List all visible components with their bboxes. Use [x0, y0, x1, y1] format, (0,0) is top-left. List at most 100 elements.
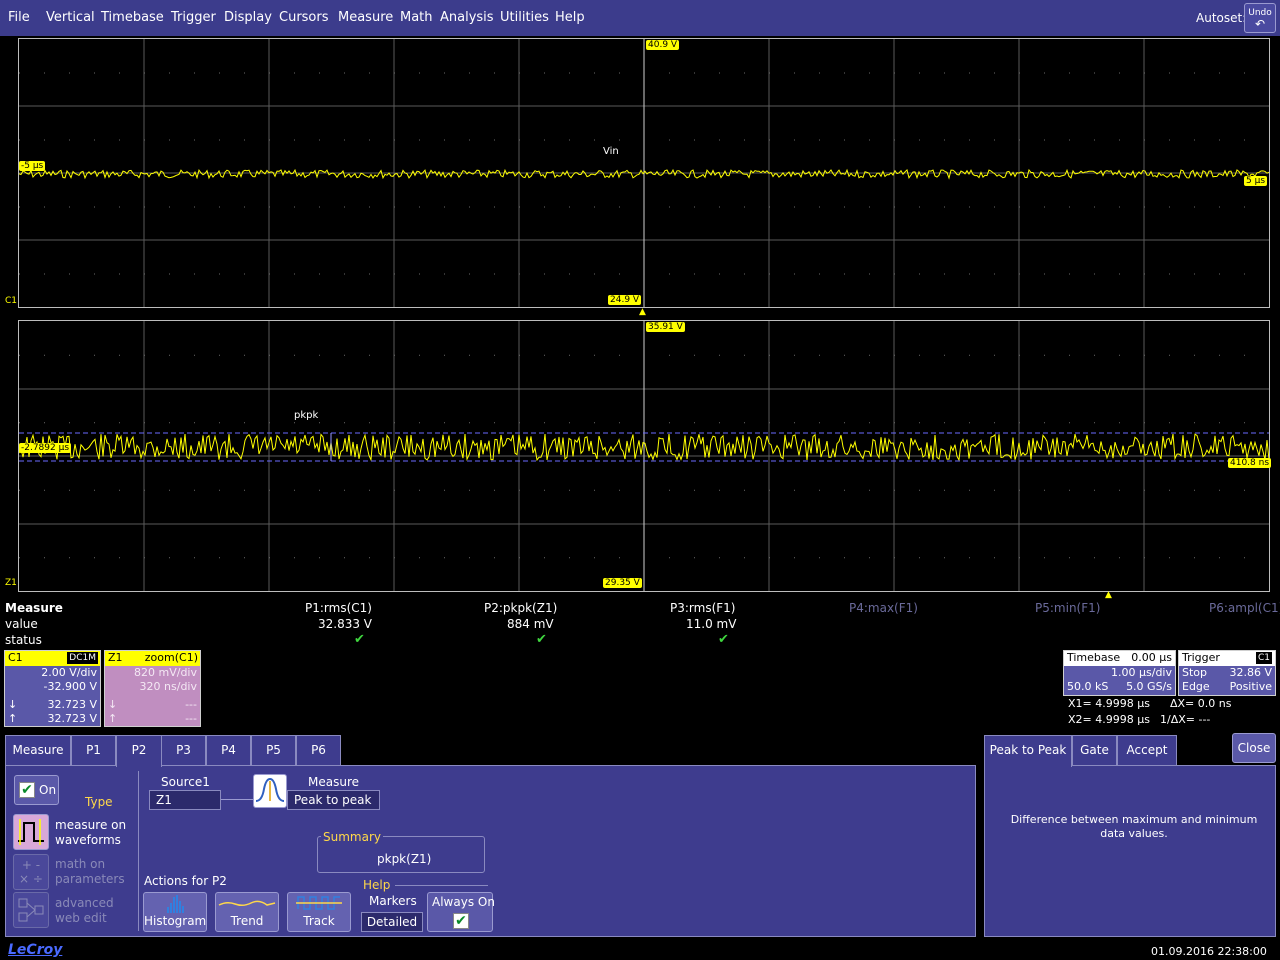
grid-dot: [844, 72, 845, 74]
grid-dot: [894, 273, 895, 275]
grid-dot: [794, 557, 795, 559]
grid-dot: [619, 206, 620, 208]
grid-dot: [844, 206, 845, 208]
trigger-marker-icon: ▲: [639, 307, 646, 317]
grid-dot: [469, 273, 470, 275]
grid-dot: [269, 206, 270, 208]
grid-dot: [469, 557, 470, 559]
grid-dot: [319, 489, 320, 491]
z1-cur1: ---: [185, 698, 197, 711]
menu-display[interactable]: Display: [224, 0, 272, 36]
grid-dot: [919, 489, 920, 491]
menu-cursors[interactable]: Cursors: [279, 0, 329, 36]
grid-dot: [919, 273, 920, 275]
grid-dot: [794, 354, 795, 356]
measure-row-value: value: [5, 617, 38, 631]
grid-dot: [169, 557, 170, 559]
on-toggle[interactable]: ✔ On: [14, 775, 59, 805]
grid-dot: [244, 422, 245, 424]
trigger-channel: C1: [1255, 652, 1272, 664]
grid-dot: [169, 273, 170, 275]
param-p4-name[interactable]: P4:max(F1): [849, 601, 918, 615]
trend-button[interactable]: Trend: [215, 892, 279, 932]
tab-accept[interactable]: Accept: [1117, 735, 1177, 765]
c1-cur2: 32.723 V: [47, 712, 97, 725]
tab-p6[interactable]: P6: [296, 735, 341, 765]
advanced-web-edit-icon[interactable]: [13, 892, 49, 928]
grid-dot: [1194, 489, 1195, 491]
grid-dot: [219, 273, 220, 275]
type-measure-waveforms[interactable]: measure on waveforms: [55, 818, 135, 848]
zoom-z1-box[interactable]: Z1 zoom(C1) 820 mV/div 320 ns/div ↓ --- ↑…: [104, 650, 201, 727]
grid-dot: [244, 206, 245, 208]
tab-p1[interactable]: P1: [71, 735, 116, 765]
menu-trigger[interactable]: Trigger: [171, 0, 216, 36]
menu-timebase[interactable]: Timebase: [101, 0, 164, 36]
grid-dot: [194, 273, 195, 275]
type-math-parameters[interactable]: math on parameters: [55, 857, 135, 887]
menu-measure[interactable]: Measure: [338, 0, 393, 36]
grid-dot: [469, 139, 470, 141]
grid-dot: [494, 354, 495, 356]
source1-field[interactable]: Z1: [149, 790, 221, 810]
param-p3-name[interactable]: P3:rms(F1): [670, 601, 735, 615]
grid-dot: [494, 206, 495, 208]
grid-dot: [1219, 206, 1220, 208]
trigger-slope: Positive: [1229, 680, 1272, 693]
c1-offset: -32.900 V: [43, 680, 97, 693]
menu-analysis[interactable]: Analysis: [440, 0, 494, 36]
param-p1-name[interactable]: P1:rms(C1): [305, 601, 372, 615]
param-p2-name[interactable]: P2:pkpk(Z1): [484, 601, 557, 615]
tab-gate[interactable]: Gate: [1072, 735, 1117, 765]
grid-dot: [1194, 139, 1195, 141]
lecroy-logo[interactable]: LeCroy: [8, 942, 62, 958]
channel-c1-box[interactable]: C1 DC1M 2.00 V/div -32.900 V ↓ 32.723 V ↑…: [4, 650, 101, 727]
grid-dot: [44, 422, 45, 424]
trace-label-vin: Vin: [603, 146, 619, 157]
c1-coupling: DC1M: [67, 652, 98, 664]
grid-dot: [194, 422, 195, 424]
menu-file[interactable]: File: [8, 0, 30, 36]
grid-dot: [869, 72, 870, 74]
timebase-box[interactable]: Timebase 0.00 µs 1.00 µs/div 50.0 kS 5.0 …: [1063, 650, 1176, 696]
grid-dot: [219, 557, 220, 559]
grid-dot: [194, 72, 195, 74]
undo-button[interactable]: Undo ↶: [1244, 3, 1276, 33]
grid-dot: [769, 139, 770, 141]
menu-math[interactable]: Math: [400, 0, 433, 36]
menu-help[interactable]: Help: [555, 0, 585, 36]
trigger-type: Edge: [1182, 680, 1210, 693]
grid-dot: [444, 206, 445, 208]
tab-p5[interactable]: P5: [251, 735, 296, 765]
grid-dot: [344, 489, 345, 491]
grid-dot: [419, 206, 420, 208]
menu-utilities[interactable]: Utilities: [500, 0, 549, 36]
math-on-parameters-icon[interactable]: + - × ÷: [13, 854, 49, 890]
grid-dot: [744, 354, 745, 356]
close-button[interactable]: Close: [1232, 733, 1276, 763]
tab-peak-to-peak[interactable]: Peak to Peak: [984, 735, 1072, 767]
tab-p4[interactable]: P4: [206, 735, 251, 765]
waveform-grid-z1[interactable]: [18, 320, 1270, 592]
param-p5-name[interactable]: P5:min(F1): [1035, 601, 1100, 615]
measure-on-waveforms-icon[interactable]: [13, 814, 49, 850]
tab-p2[interactable]: P2: [116, 735, 162, 767]
grid-dot: [994, 422, 995, 424]
grid-dot: [919, 422, 920, 424]
measure-field[interactable]: Peak to peak: [287, 790, 380, 810]
track-button[interactable]: Track: [287, 892, 351, 932]
param-p6-name[interactable]: P6:ampl(C1): [1209, 601, 1280, 615]
always-on-toggle[interactable]: Always On ✔: [427, 892, 495, 932]
waveform-grid-c1[interactable]: [18, 38, 1270, 308]
grid-dot: [1019, 354, 1020, 356]
trigger-box[interactable]: Trigger C1 Stop 32.86 V Edge Positive: [1178, 650, 1276, 696]
type-advanced-web-edit[interactable]: advanced web edit: [55, 896, 135, 926]
markers-field[interactable]: Detailed: [361, 912, 423, 932]
grid-dot: [1094, 422, 1095, 424]
grid-dot: [1119, 72, 1120, 74]
menu-vertical[interactable]: Vertical: [46, 0, 95, 36]
tab-p3[interactable]: P3: [161, 735, 206, 765]
tab-measure[interactable]: Measure: [5, 735, 71, 765]
histogram-button[interactable]: Histogram: [143, 892, 207, 932]
cursor-inv: 1/ΔX= ---: [1160, 713, 1211, 726]
